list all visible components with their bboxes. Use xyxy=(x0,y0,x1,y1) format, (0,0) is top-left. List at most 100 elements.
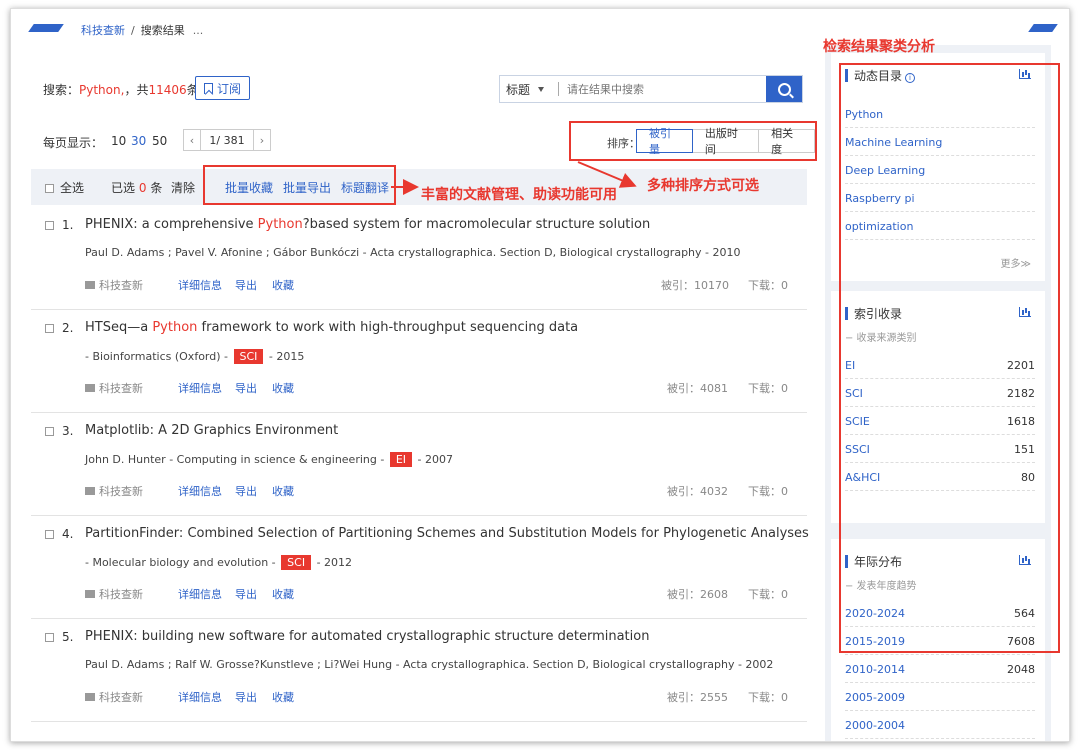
breadcrumb-separator: / xyxy=(131,24,135,37)
result-checkbox[interactable] xyxy=(45,530,54,539)
result-title[interactable]: PHENIX: building new software for automa… xyxy=(85,629,649,644)
search-row: 搜索：Python,，共11406条 订阅 标题 xyxy=(31,73,807,103)
result-title[interactable]: PHENIX: a comprehensive Python?based sys… xyxy=(85,217,650,232)
result-title-text: Matplotlib: A 2D Graphics Environment xyxy=(85,423,339,438)
decor-stripe-left xyxy=(28,24,64,32)
result-source: 科技查新 xyxy=(85,586,143,602)
search-input[interactable] xyxy=(559,76,766,102)
sort-by-citations[interactable]: 被引量 xyxy=(636,127,693,156)
sort-by-date[interactable]: 出版时间 xyxy=(691,127,760,156)
result-title-highlight: Python xyxy=(152,320,198,335)
search-box: 标题 xyxy=(499,75,803,103)
result-list: 1. PHENIX: a comprehensive Python?based … xyxy=(31,207,809,722)
result-source-label: 科技查新 xyxy=(99,588,143,601)
year-item-label: 2000-2004 xyxy=(845,719,905,732)
year-item-count: 2048 xyxy=(1007,663,1035,676)
batch-export-button[interactable]: 批量导出 xyxy=(283,179,331,196)
year-item[interactable]: 2010-2014 2048 xyxy=(845,655,1035,683)
select-all-checkbox[interactable] xyxy=(45,184,54,193)
index-badge: EI xyxy=(389,452,413,467)
export-link[interactable]: 导出 xyxy=(235,586,257,602)
search-button[interactable] xyxy=(766,76,802,102)
bookmark-icon xyxy=(204,82,213,94)
perpage-label: 每页显示： xyxy=(43,136,104,150)
favorite-link[interactable]: 收藏 xyxy=(272,380,294,396)
result-meta: John D. Hunter - Computing in science & … xyxy=(85,452,453,467)
search-field-value: 标题 xyxy=(506,82,531,97)
selected-count: 已选 0 条 xyxy=(111,179,162,196)
year-item[interactable]: 2000-2004 xyxy=(845,711,1035,739)
result-title[interactable]: HTSeq—a Python framework to work with hi… xyxy=(85,320,578,335)
export-link[interactable]: 导出 xyxy=(235,380,257,396)
result-title-rest: ?based system for macromolecular structu… xyxy=(302,217,651,232)
sort-by-relevance[interactable]: 相关度 xyxy=(758,127,816,156)
pager: ‹ 1/ 381 › xyxy=(183,129,271,151)
result-meta: Paul D. Adams ; Ralf W. Grosse?Kunstleve… xyxy=(85,658,774,671)
detail-link[interactable]: 详细信息 xyxy=(178,586,222,602)
index-badge: SCI xyxy=(281,555,312,570)
prev-page-button[interactable]: ‹ xyxy=(183,129,201,151)
search-icon xyxy=(777,82,791,96)
year-item-label: 2005-2009 xyxy=(845,691,905,704)
batch-favorite-button[interactable]: 批量收藏 xyxy=(225,179,273,196)
selected-prefix: 已选 xyxy=(111,181,136,195)
result-checkbox[interactable] xyxy=(45,324,54,333)
download-count: 下载：0 xyxy=(748,485,788,498)
result-number: 1. xyxy=(62,218,74,232)
detail-link[interactable]: 详细信息 xyxy=(178,483,222,499)
result-title[interactable]: PartitionFinder: Combined Selection of P… xyxy=(85,526,809,541)
result-meta: Paul D. Adams ; Pavel V. Afonine ; Gábor… xyxy=(85,246,741,259)
chevron-down-icon xyxy=(538,86,545,92)
favorite-link[interactable]: 收藏 xyxy=(272,586,294,602)
result-title-text: PHENIX: building new software for automa… xyxy=(85,629,650,644)
perpage-option-30[interactable]: 30 xyxy=(131,134,146,148)
result-item: 5. PHENIX: building new software for aut… xyxy=(31,619,807,722)
sort-highlight-box: 排序： 被引量 出版时间 相关度 xyxy=(569,121,817,161)
result-item: 4. PartitionFinder: Combined Selection o… xyxy=(31,516,809,619)
export-link[interactable]: 导出 xyxy=(235,277,257,293)
export-link[interactable]: 导出 xyxy=(235,483,257,499)
perpage-option-50[interactable]: 50 xyxy=(152,134,167,148)
select-all[interactable]: 全选 xyxy=(45,179,84,196)
select-all-label: 全选 xyxy=(60,181,85,195)
perpage-option-10[interactable]: 10 xyxy=(111,134,126,148)
result-checkbox[interactable] xyxy=(45,427,54,436)
favorite-link[interactable]: 收藏 xyxy=(272,689,294,705)
index-badge: SCI xyxy=(233,349,264,364)
detail-link[interactable]: 详细信息 xyxy=(178,380,222,396)
title-translate-button[interactable]: 标题翻译 xyxy=(341,179,389,196)
result-checkbox[interactable] xyxy=(45,221,54,230)
database-icon xyxy=(85,281,95,289)
result-item: 3. Matplotlib: A 2D Graphics Environment… xyxy=(31,413,807,516)
result-journal: - Molecular biology and evolution - xyxy=(85,556,276,569)
favorite-link[interactable]: 收藏 xyxy=(272,277,294,293)
annotation-batch-note: 丰富的文献管理、助读功能可用 xyxy=(421,187,617,203)
batch-highlight-box: 批量收藏 批量导出 标题翻译 xyxy=(203,165,396,205)
result-item: 2. HTSeq—a Python framework to work with… xyxy=(31,310,807,413)
favorite-link[interactable]: 收藏 xyxy=(272,483,294,499)
detail-link[interactable]: 详细信息 xyxy=(178,277,222,293)
database-icon xyxy=(85,384,95,392)
breadcrumb: 科技查新 / 搜索结果... xyxy=(81,22,203,38)
next-page-button[interactable]: › xyxy=(253,129,271,151)
search-count-prefix: ，共 xyxy=(124,83,149,97)
result-year: - 2007 xyxy=(417,453,453,466)
detail-link[interactable]: 详细信息 xyxy=(178,689,222,705)
search-count: 11406 xyxy=(148,83,187,97)
year-item[interactable]: 2005-2009 xyxy=(845,683,1035,711)
result-source: 科技查新 xyxy=(85,277,143,293)
result-source-label: 科技查新 xyxy=(99,382,143,395)
download-count: 下载：0 xyxy=(748,588,788,601)
clear-selection-button[interactable]: 清除 xyxy=(171,179,195,196)
database-icon xyxy=(85,693,95,701)
subscribe-button[interactable]: 订阅 xyxy=(195,76,251,100)
result-checkbox[interactable] xyxy=(45,633,54,642)
search-field-select[interactable]: 标题 xyxy=(500,76,558,102)
export-link[interactable]: 导出 xyxy=(235,689,257,705)
search-label: 搜索： xyxy=(43,83,80,97)
citation-count: 被引：4081 xyxy=(667,382,728,395)
breadcrumb-current: 搜索结果 xyxy=(140,24,185,37)
breadcrumb-home-link[interactable]: 科技查新 xyxy=(81,24,125,37)
result-year: - 2012 xyxy=(316,556,353,569)
result-title[interactable]: Matplotlib: A 2D Graphics Environment xyxy=(85,423,338,438)
